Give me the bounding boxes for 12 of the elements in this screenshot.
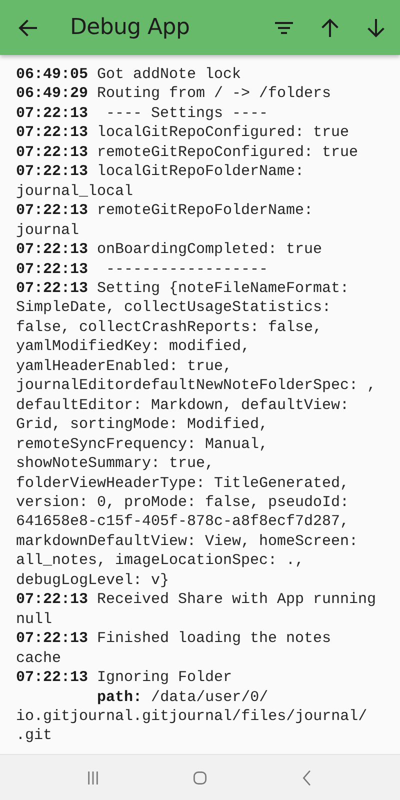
- log-entry: 06:49:29 Routing from / -> /folders: [16, 84, 332, 104]
- log-entry: 07:22:13 Setting {noteFileNameFormat: SimpleDate, collectUsageStatistics: false, collectCrashReports: false, yamlModifiedKey: modified, yamlHeaderEnabled: true, journalEditordefaultNewNoteFolderSpec: , defaultEditor: Markdown, defaultView: Grid, sortingMode: Modified, remoteSyncFrequency: Manual, showNoteSummary: true, folderViewHeaderType: TitleGenerated, version: 0, proMode: false, pseudoId: 641658e8-c15f-405f-878c-a8f8ecf7d287, markdownDefaultView: View, homeScreen: all_notes, imageLocationSpec: ., debugLogLevel: v}: [16, 278, 378, 590]
- log-entry: 07:22:13 Finished loading the notes cache: [16, 629, 332, 668]
- app-title: Debug App: [70, 15, 191, 40]
- log-entry: 07:22:13 onBoardingCompleted: true: [16, 240, 324, 260]
- log-entry: 07:22:13 Ignoring Folder path: /data/user/0/io.gitjournal.gitjournal/files/journal/.git: [16, 668, 368, 746]
- log-entry: 07:22:13 Received Share with App running null: [16, 590, 378, 630]
- log-entry: 07:22:13 ------------------: [16, 260, 270, 279]
- log-entry: 06:49:05 Got addNote lock: [16, 65, 242, 84]
- log-entry: 07:22:13 localGitRepoConfigured: true: [16, 123, 350, 143]
- log-entry: 07:22:13 remoteGitRepoConfigured: true: [16, 142, 360, 162]
- log-entry: 07:22:13 ---- Settings ----: [16, 104, 270, 124]
